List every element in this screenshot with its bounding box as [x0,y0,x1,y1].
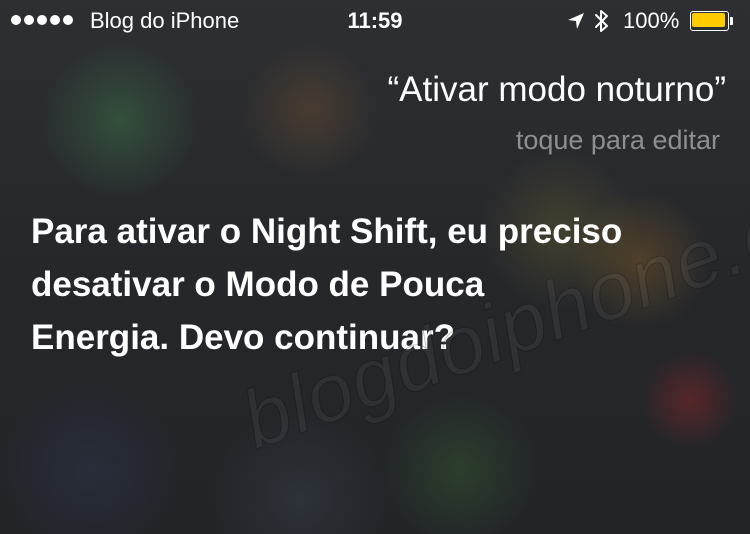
battery-percentage: 100% [623,8,680,33]
siri-query-text[interactable]: “Ativar modo noturno” [388,70,726,110]
bluetooth-icon [593,8,611,40]
status-bar: Blog do iPhone 11:59 100% [0,0,750,40]
battery-level-fill [692,13,725,27]
battery-icon [690,11,734,31]
location-arrow-icon [566,11,586,37]
tap-to-edit-hint[interactable]: toque para editar [516,125,720,156]
